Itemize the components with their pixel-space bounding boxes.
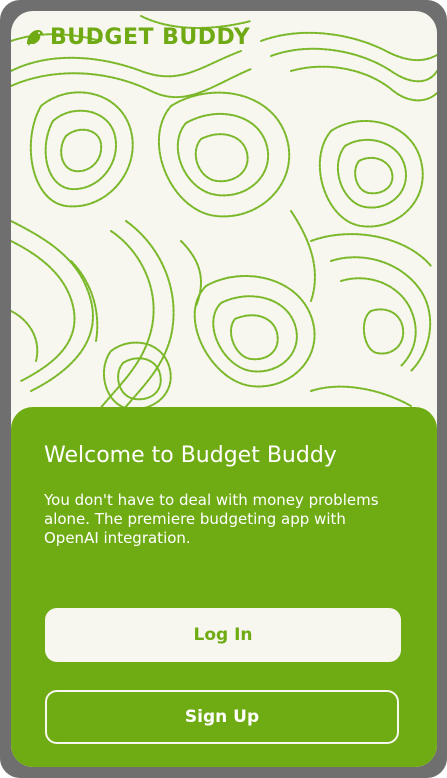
bird-icon	[27, 30, 43, 46]
app-screen: BUDGET BUDDY Welcome to Budget Buddy You…	[11, 11, 437, 767]
brand-name: BUDGET BUDDY	[50, 24, 251, 50]
login-button[interactable]: Log In	[45, 608, 401, 662]
device-frame: BUDGET BUDDY Welcome to Budget Buddy You…	[0, 0, 447, 778]
welcome-description: You don't have to deal with money proble…	[44, 491, 379, 547]
welcome-title: Welcome to Budget Buddy	[44, 443, 337, 468]
signup-button[interactable]: Sign Up	[45, 690, 399, 744]
topographic-background	[11, 15, 437, 427]
welcome-panel: Welcome to Budget Buddy You don't have t…	[11, 407, 437, 767]
brand-logo: BUDGET BUDDY	[24, 24, 250, 50]
